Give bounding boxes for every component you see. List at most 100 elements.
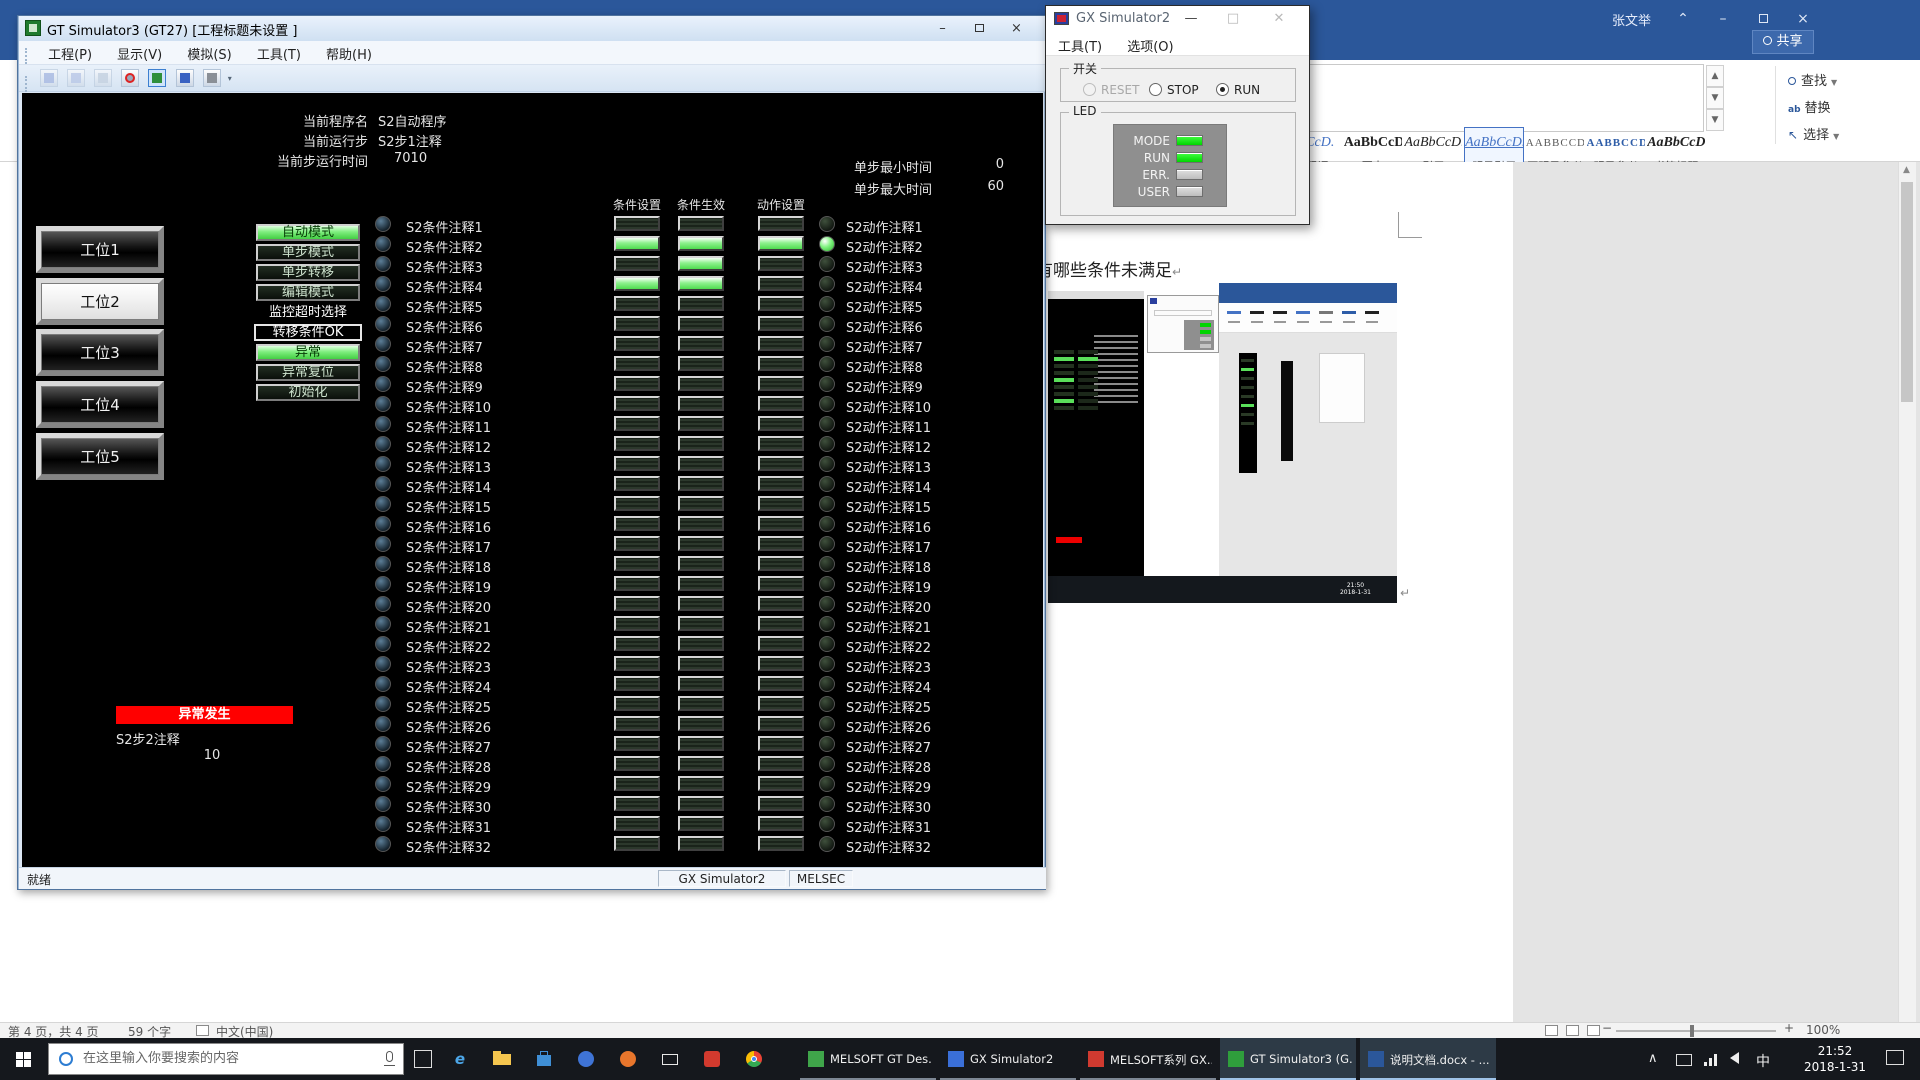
scroll-up-icon[interactable]: ▲ xyxy=(1903,165,1910,175)
action-center-icon[interactable] xyxy=(1886,1050,1904,1065)
embedded-screenshot-image[interactable]: 21:502018-1-31 xyxy=(1048,283,1397,603)
monitor-row: S2条件注释3S2动作注释3 xyxy=(22,256,1043,272)
gallery-more-icon[interactable]: ▼ xyxy=(1706,109,1724,131)
gx-minimize-button[interactable]: — xyxy=(1176,10,1206,29)
toolbar-overflow-icon[interactable]: ▾ xyxy=(228,74,232,83)
word-restore-button[interactable] xyxy=(1746,8,1780,30)
web-view-icon[interactable] xyxy=(1587,1025,1600,1036)
gt-titlebar[interactable]: GT Simulator3 (GT27) [工程标题未设置 ] – × xyxy=(19,16,1046,41)
menu-view[interactable]: 显示(V) xyxy=(107,41,172,66)
column-header-action-set: 动作设置 xyxy=(751,196,811,213)
taskbar-app-button[interactable]: GT Simulator3 (G... xyxy=(1220,1038,1356,1080)
monitor-row: S2条件注释11S2动作注释11 xyxy=(22,416,1043,432)
option-wrench-icon[interactable] xyxy=(203,69,221,87)
taskbar-clock[interactable]: 21:522018-1-31 xyxy=(1798,1043,1872,1075)
share-button[interactable]: 共享 xyxy=(1752,30,1814,54)
action-label: S2动作注释8 xyxy=(846,357,923,376)
file-explorer-icon[interactable] xyxy=(489,1046,515,1072)
taskbar-app-button[interactable]: MELSOFT GT Des... xyxy=(800,1038,936,1080)
action-label: S2动作注释5 xyxy=(846,297,923,316)
gx-menu-options[interactable]: 选项(O) xyxy=(1115,33,1181,55)
microphone-icon[interactable] xyxy=(386,1051,393,1062)
find-button[interactable]: 查找▼ xyxy=(1788,70,1837,90)
gallery-scroll-up-icon[interactable]: ▲ xyxy=(1706,65,1724,87)
condition-label: S2条件注释23 xyxy=(406,657,491,676)
open-project-icon[interactable] xyxy=(40,69,58,87)
menu-project[interactable]: 工程(P) xyxy=(38,41,102,66)
document-text-line[interactable]: 有哪些条件未满足↵ xyxy=(1036,256,1182,281)
zoom-slider-thumb[interactable] xyxy=(1690,1025,1694,1037)
ribbon-display-options-icon[interactable]: ⌃ xyxy=(1666,8,1700,30)
simulate-start-icon[interactable] xyxy=(94,69,112,87)
menu-simulate[interactable]: 模拟(S) xyxy=(177,41,241,66)
gx-close-button[interactable]: ✕ xyxy=(1264,10,1294,29)
condition-label: S2条件注释8 xyxy=(406,357,483,376)
volume-icon[interactable] xyxy=(1730,1052,1739,1064)
browser-globe-icon[interactable] xyxy=(573,1046,599,1072)
task-view-icon[interactable] xyxy=(414,1050,432,1068)
zoom-level[interactable]: 100% xyxy=(1806,1023,1840,1037)
condition-label: S2条件注释20 xyxy=(406,597,491,616)
ime-indicator[interactable]: 中 xyxy=(1756,1051,1770,1071)
switch-group: 开关 RESETSTOPRUN xyxy=(1060,68,1296,102)
store-icon[interactable] xyxy=(531,1046,557,1072)
edge-icon[interactable]: e xyxy=(447,1046,473,1072)
zoom-in-button[interactable]: + xyxy=(1784,1021,1794,1035)
search-input[interactable]: 在这里输入你要搜索的内容 xyxy=(48,1043,404,1075)
menu-tools[interactable]: 工具(T) xyxy=(247,41,311,66)
save-project-icon[interactable] xyxy=(67,69,85,87)
firefox-icon[interactable] xyxy=(615,1046,641,1072)
zoom-slider[interactable] xyxy=(1616,1030,1776,1032)
start-button[interactable] xyxy=(0,1038,48,1080)
select-button[interactable]: ↖选择▼ xyxy=(1788,124,1839,144)
replace-button[interactable]: ab替换 xyxy=(1788,97,1831,117)
taskbar-app-button[interactable]: MELSOFT系列 GX... xyxy=(1080,1038,1216,1080)
condition-lamp-icon xyxy=(375,636,391,652)
radio-stop[interactable]: STOP xyxy=(1149,79,1199,98)
gallery-scroll-down-icon[interactable]: ▼ xyxy=(1706,87,1724,109)
network-icon[interactable] xyxy=(1704,1052,1718,1066)
mail-icon[interactable] xyxy=(657,1046,683,1072)
status-bar-lamp xyxy=(758,216,804,231)
word-minimize-button[interactable]: – xyxy=(1706,8,1740,30)
action-lamp-icon xyxy=(819,336,835,352)
taskbar-app-button[interactable]: 说明文档.docx - ... xyxy=(1360,1038,1496,1080)
gx-menu-tools[interactable]: 工具(T) xyxy=(1046,33,1110,55)
radio-run[interactable]: RUN xyxy=(1216,79,1260,98)
chrome-icon[interactable] xyxy=(741,1046,767,1072)
condition-lamp-icon xyxy=(375,536,391,552)
tray-expand-icon[interactable]: ∧ xyxy=(1648,1051,1658,1066)
action-lamp-icon xyxy=(819,436,835,452)
action-label: S2动作注释20 xyxy=(846,597,931,616)
status-bar-lamp xyxy=(758,456,804,471)
status-bar-lamp xyxy=(758,716,804,731)
status-bar-lamp xyxy=(758,296,804,311)
touch-keyboard-icon[interactable] xyxy=(1676,1054,1692,1066)
read-view-icon[interactable] xyxy=(1545,1025,1558,1036)
zoom-out-button[interactable]: − xyxy=(1602,1021,1612,1035)
action-lamp-icon xyxy=(819,836,835,852)
netease-music-icon[interactable] xyxy=(699,1046,725,1072)
gt-close-button[interactable]: × xyxy=(1000,19,1033,38)
screen-snapshot-icon[interactable] xyxy=(148,69,166,87)
scrollbar-thumb[interactable] xyxy=(1901,182,1913,402)
action-lamp-icon xyxy=(819,376,835,392)
device-monitor-icon[interactable] xyxy=(176,69,194,87)
gt-minimize-button[interactable]: – xyxy=(926,19,959,38)
word-close-button[interactable]: × xyxy=(1786,8,1820,30)
gt-maximize-button[interactable] xyxy=(963,19,996,38)
monitor-row: S2条件注释28S2动作注释28 xyxy=(22,756,1043,772)
condition-lamp-icon xyxy=(375,776,391,792)
mini-gx-window xyxy=(1147,295,1219,353)
status-bar-lamp xyxy=(758,596,804,611)
condition-lamp-icon xyxy=(375,256,391,272)
taskbar-app-button[interactable]: GX Simulator2 xyxy=(940,1038,1076,1080)
print-view-icon[interactable] xyxy=(1566,1025,1579,1036)
action-lamp-icon xyxy=(819,456,835,472)
gx-titlebar[interactable]: GX Simulator2 — □ ✕ xyxy=(1046,6,1309,33)
menu-help[interactable]: 帮助(H) xyxy=(316,41,382,66)
gt-hmi-screen[interactable]: 当前程序名 S2自动程序 当前运行步 S2步1注释 当前步运行时间 7010 单… xyxy=(22,93,1043,867)
gt-app-icon xyxy=(25,20,41,36)
app-icon xyxy=(1368,1051,1384,1067)
simulate-stop-icon[interactable] xyxy=(121,69,139,87)
